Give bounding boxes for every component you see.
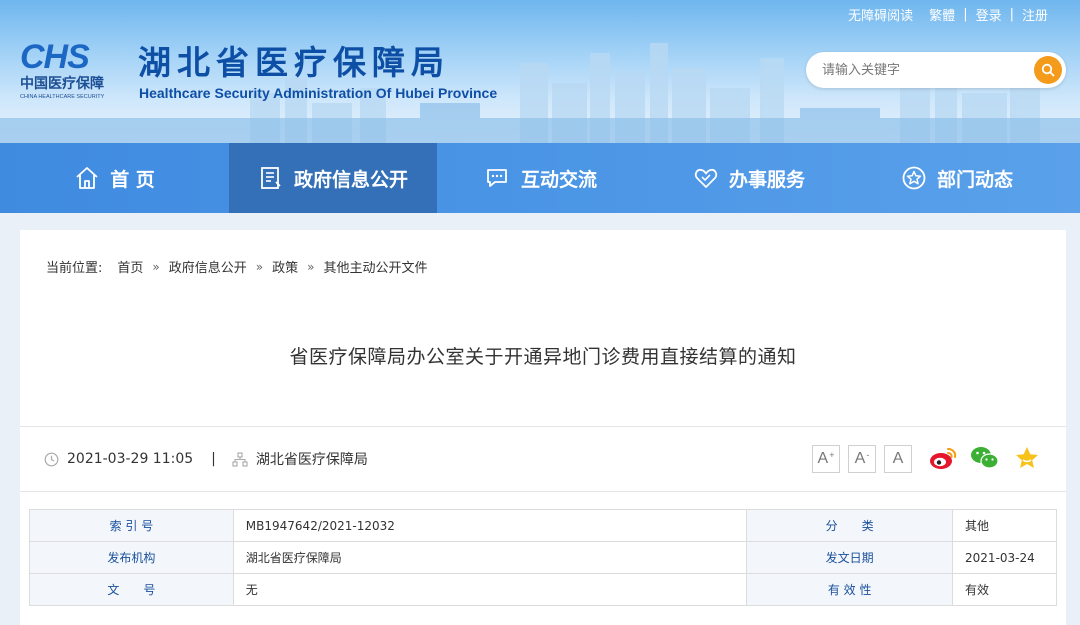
font-size-controls: A + A- A [812, 445, 912, 473]
document-icon [258, 165, 284, 191]
search-button[interactable] [1034, 56, 1062, 84]
publish-datetime: 2021-03-29 11:05 [67, 451, 194, 467]
wechat-share-button[interactable] [970, 443, 1000, 473]
info-value-index: MB1947642/2021-12032 [232, 509, 748, 542]
info-label-category: 分 类 [746, 509, 954, 542]
font-default-label: A [892, 450, 904, 467]
publishing-org: 湖北省医疗保障局 [255, 452, 368, 468]
nav-gov-info[interactable]: 政府信息公开 [229, 143, 437, 213]
site-subtitle-en: Healthcare Security Administration Of Hu… [139, 85, 498, 101]
breadcrumb-item-policy[interactable]: 政策 [272, 257, 298, 276]
document-meta: 2021-03-29 11:05 | 湖北省医疗保障局 [44, 449, 368, 469]
document-info-table: 索 引 号 MB1947642/2021-12032 分 类 其他 发布机构 湖… [29, 509, 1057, 606]
nav-interaction[interactable]: 互动交流 [437, 143, 645, 213]
info-value-category: 其他 [952, 509, 1057, 542]
search-box [806, 52, 1066, 88]
font-smaller-button[interactable]: A- [848, 445, 876, 473]
nav-label: 部门动态 [936, 168, 1013, 191]
logo-cn-text: 中国医疗保障 [20, 75, 104, 92]
breadcrumb-item-home[interactable]: 首页 [117, 257, 143, 276]
share-buttons [928, 443, 1042, 473]
font-larger-button[interactable]: A + [812, 445, 840, 473]
document-title: 省医疗保障局办公室关于开通异地门诊费用直接结算的通知 [289, 346, 797, 368]
info-label-doc-number: 文 号 [29, 573, 234, 606]
table-row: 发布机构 湖北省医疗保障局 发文日期 2021-03-24 [29, 541, 1057, 574]
meta-divider: | [211, 451, 216, 467]
font-smaller-mark: - [866, 450, 870, 460]
document-meta-bar: 2021-03-29 11:05 | 湖北省医疗保障局 A + A- A [20, 426, 1066, 492]
favorite-button[interactable] [1012, 443, 1042, 473]
weibo-icon [930, 448, 957, 469]
organization-icon [232, 451, 248, 467]
home-icon [74, 165, 100, 191]
table-row: 文 号 无 有 效 性 有效 [29, 573, 1057, 606]
info-value-publisher: 湖北省医疗保障局 [232, 541, 748, 574]
nav-services[interactable]: 办事服务 [645, 143, 853, 213]
breadcrumb-item-gov-info[interactable]: 政府信息公开 [169, 257, 247, 276]
breadcrumb-separator: » [307, 259, 315, 274]
breadcrumb-separator: » [152, 259, 160, 274]
nav-label: 首 页 [110, 168, 155, 191]
info-label-publisher: 发布机构 [29, 541, 234, 574]
site-title: 湖北省医疗保障局 [138, 43, 450, 82]
top-links: 无障碍阅读 繁體 | 登录 | 注册 [840, 5, 1056, 24]
breadcrumb: 当前位置: 首页 » 政府信息公开 » 政策 » 其他主动公开文件 [46, 257, 427, 277]
info-value-validity: 有效 [952, 573, 1057, 606]
info-label-index: 索 引 号 [29, 509, 234, 542]
logo-en-text: CHINA HEALTHCARE SECURITY [20, 94, 105, 100]
traditional-chinese-link[interactable]: 繁體 [921, 5, 963, 24]
nav-home[interactable]: 首 页 [0, 143, 229, 213]
star-icon [901, 165, 927, 191]
chs-logo[interactable]: CHS 中国医疗保障 CHINA HEALTHCARE SECURITY [20, 38, 122, 100]
site-header: 无障碍阅读 繁體 | 登录 | 注册 CHS 中国医疗保障 CHINA HEAL… [0, 0, 1080, 143]
info-label-validity: 有 效 性 [746, 573, 954, 606]
search-icon [1041, 63, 1055, 77]
nav-dept-news[interactable]: 部门动态 [853, 143, 1061, 213]
login-link[interactable]: 登录 [968, 5, 1010, 24]
article-card: 当前位置: 首页 » 政府信息公开 » 政策 » 其他主动公开文件 省医疗保障局… [20, 230, 1066, 625]
font-default-button[interactable]: A [884, 445, 912, 473]
nav-label: 互动交流 [520, 168, 597, 191]
breadcrumb-item-other-files[interactable]: 其他主动公开文件 [323, 257, 427, 276]
main-nav: 首 页 政府信息公开 互动交流 办事服务 部门动态 [0, 143, 1080, 213]
info-label-issue-date: 发文日期 [746, 541, 954, 574]
font-larger-label: A [817, 450, 829, 467]
heart-icon [693, 165, 719, 191]
chat-icon [485, 165, 511, 191]
logo-brand-text: CHS [20, 38, 90, 76]
clock-icon [44, 452, 59, 466]
search-input[interactable] [822, 60, 1022, 80]
register-link[interactable]: 注册 [1014, 5, 1056, 24]
table-row: 索 引 号 MB1947642/2021-12032 分 类 其他 [29, 509, 1057, 542]
accessible-reading-link[interactable]: 无障碍阅读 [840, 5, 921, 24]
favorite-icon [1016, 447, 1038, 468]
breadcrumb-label: 当前位置: [46, 261, 103, 276]
font-larger-mark: + [829, 450, 835, 460]
info-value-issue-date: 2021-03-24 [952, 541, 1057, 574]
info-value-doc-number: 无 [232, 573, 748, 606]
weibo-share-button[interactable] [928, 443, 958, 473]
font-smaller-label: A [854, 450, 866, 467]
wechat-icon [971, 447, 999, 469]
breadcrumb-separator: » [255, 259, 264, 274]
nav-label: 政府信息公开 [293, 168, 408, 191]
nav-label: 办事服务 [728, 168, 805, 191]
